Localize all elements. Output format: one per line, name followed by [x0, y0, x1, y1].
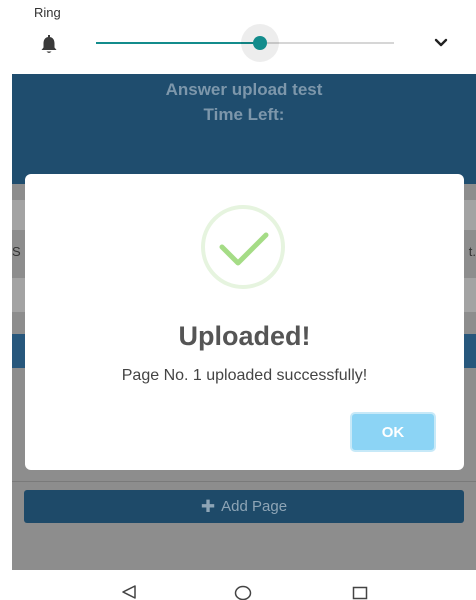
navigation-bar	[0, 570, 476, 600]
volume-slider-thumb[interactable]	[252, 36, 267, 50]
recents-icon[interactable]	[352, 586, 368, 600]
time-left-label: Time Left:	[203, 105, 285, 124]
ring-label: Ring	[34, 5, 61, 20]
home-icon[interactable]	[234, 585, 252, 600]
add-page-button[interactable]: ✚ Add Page	[24, 490, 464, 523]
dialog-message: Page No. 1 uploaded successfully!	[121, 367, 368, 384]
success-dialog: Uploaded! Page No. 1 uploaded successful…	[25, 174, 464, 470]
bell-icon[interactable]	[38, 35, 60, 55]
add-page-label: Add Page	[221, 498, 288, 515]
background-text-right: t.	[468, 244, 476, 259]
volume-panel: Ring	[0, 0, 476, 74]
screen: Ring Answer upload test Time Left: S t. …	[0, 0, 476, 600]
plus-icon: ✚	[200, 496, 216, 516]
ok-button[interactable]: OK	[350, 412, 436, 452]
back-icon[interactable]	[120, 584, 138, 600]
page-title: Answer upload test	[165, 80, 323, 99]
chevron-down-icon[interactable]	[432, 35, 450, 49]
background-text-left: S	[12, 244, 21, 259]
check-icon	[201, 205, 285, 289]
volume-slider-fill	[96, 42, 260, 44]
dialog-title: Uploaded!	[178, 321, 311, 351]
app-header: Answer upload test Time Left:	[12, 74, 476, 184]
volume-slider[interactable]	[96, 24, 394, 62]
divider	[12, 481, 476, 482]
